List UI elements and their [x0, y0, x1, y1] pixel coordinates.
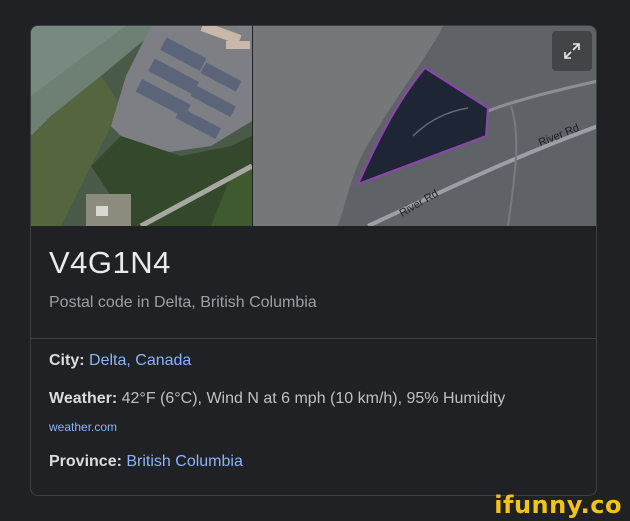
city-row: City: Delta, Canada	[49, 352, 191, 370]
weather-source-link[interactable]: weather.com	[49, 420, 117, 434]
province-link[interactable]: British Columbia	[126, 453, 242, 470]
weather-label: Weather:	[49, 390, 118, 407]
map-image[interactable]: River Rd River Rd	[253, 26, 597, 226]
satellite-image[interactable]	[31, 26, 252, 226]
subtitle: Postal code in Delta, British Columbia	[49, 294, 317, 311]
weather-value: 42°F (6°C), Wind N at 6 mph (10 km/h), 9…	[121, 390, 506, 407]
expand-map-button[interactable]	[552, 31, 592, 71]
media-strip: River Rd River Rd	[31, 26, 597, 226]
city-label: City:	[49, 352, 85, 369]
city-link[interactable]: Delta, Canada	[89, 352, 191, 369]
province-label: Province:	[49, 453, 122, 470]
watermark: ifunny.co	[494, 491, 622, 519]
page-title: V4G1N4	[49, 245, 171, 280]
expand-arrows-icon	[564, 43, 580, 59]
weather-row: Weather: 42°F (6°C), Wind N at 6 mph (10…	[49, 390, 505, 408]
divider	[31, 338, 596, 339]
postal-code-card: River Rd River Rd V4G1N4 Postal code in …	[30, 25, 597, 496]
province-row: Province: British Columbia	[49, 453, 243, 471]
